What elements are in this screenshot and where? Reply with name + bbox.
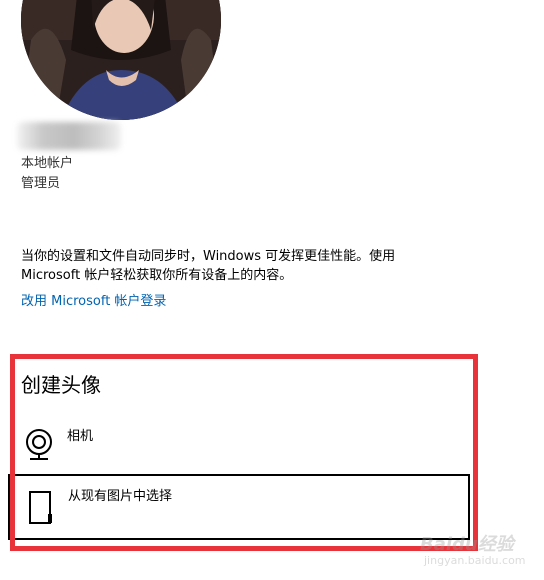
watermark-logo: Baidu经验 (420, 534, 514, 555)
annotation-highlight-box (10, 354, 478, 551)
sync-message: 当你的设置和文件自动同步时，Windows 可发挥更佳性能。使用 Microso… (21, 249, 396, 283)
microsoft-account-signin-link[interactable]: 改用 Microsoft 帐户登录 (21, 292, 166, 311)
watermark-url: jingyan.baidu.com (424, 554, 526, 567)
account-type: 本地帐户 (21, 156, 74, 171)
baidu-watermark: Baidu经验 jingyan.baidu.com (420, 530, 538, 574)
user-avatar (21, 0, 221, 120)
username-redacted (17, 122, 121, 150)
account-role: 管理员 (21, 176, 61, 191)
avatar-photo (21, 0, 221, 120)
